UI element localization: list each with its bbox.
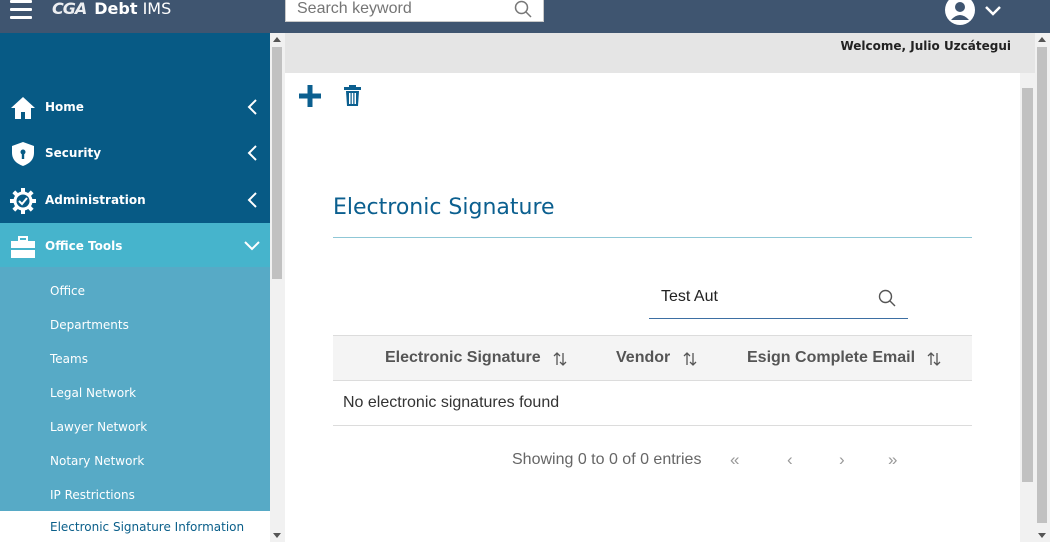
sidebar-item-home[interactable]: Home <box>0 84 270 130</box>
scroll-down-icon[interactable] <box>273 533 281 538</box>
scroll-up-icon[interactable] <box>1038 37 1046 42</box>
sidebar-item-office-tools[interactable]: Office Tools <box>0 223 270 269</box>
app-name: Debt IMS <box>94 0 172 18</box>
sort-icon[interactable] <box>553 352 567 366</box>
user-avatar-icon <box>945 0 975 25</box>
pager-next-button[interactable]: › <box>839 450 845 470</box>
plus-icon <box>299 85 321 107</box>
empty-message: No electronic signatures found <box>343 394 560 411</box>
global-search-input[interactable] <box>297 0 507 20</box>
sidebar-subitem-electronic-signature[interactable]: Electronic Signature Information <box>0 511 270 542</box>
sidebar-subitem-ip-restrictions[interactable]: IP Restrictions <box>50 488 135 502</box>
sidebar-item-label: Security <box>45 146 102 160</box>
chevron-left-icon <box>247 192 257 208</box>
search-icon[interactable] <box>878 289 896 311</box>
sidebar-item-administration[interactable]: Administration <box>0 177 270 223</box>
paging-info: Showing 0 to 0 of 0 entries <box>512 451 702 468</box>
scrollbar-thumb[interactable] <box>1037 47 1047 523</box>
sort-icon[interactable] <box>927 352 941 366</box>
sidebar: Home Security Administration Office Tool… <box>0 33 270 542</box>
sidebar-subitem-teams[interactable]: Teams <box>50 352 88 366</box>
welcome-text: Welcome, Julio Uzcátegui <box>840 39 1011 53</box>
sidebar-subitem-lawyer-network[interactable]: Lawyer Network <box>50 420 147 434</box>
chevron-down-icon <box>985 6 1001 16</box>
welcome-bar: Welcome, Julio Uzcátegui <box>285 33 1020 73</box>
column-header-esign-complete-email[interactable]: Esign Complete Email <box>747 349 915 367</box>
sidebar-subitem-label: Electronic Signature Information <box>50 520 245 534</box>
content-scrollbar[interactable] <box>1020 73 1035 542</box>
sidebar-item-label: Home <box>45 100 84 114</box>
gear-icon <box>10 188 36 214</box>
office-tools-submenu: Office Departments Teams Legal Network L… <box>0 267 270 542</box>
scroll-down-icon[interactable] <box>1038 533 1046 538</box>
title-divider <box>333 237 972 238</box>
chevron-left-icon <box>247 99 257 115</box>
logo-mark: CGA <box>52 0 87 18</box>
add-button[interactable] <box>299 85 321 111</box>
page-title: Electronic Signature <box>333 195 555 220</box>
trash-icon <box>344 85 361 106</box>
pager-last-button[interactable]: » <box>888 450 897 470</box>
signature-table: Electronic Signature Vendor Esign Comple… <box>333 335 972 426</box>
table-filter <box>649 278 908 319</box>
chevron-left-icon <box>247 145 257 161</box>
page-scrollbar[interactable] <box>1035 33 1050 542</box>
global-search <box>285 0 544 22</box>
sidebar-scrollbar[interactable] <box>270 33 285 542</box>
hamburger-menu-icon[interactable] <box>10 0 32 20</box>
user-menu[interactable] <box>944 0 1004 26</box>
sidebar-subitem-notary-network[interactable]: Notary Network <box>50 454 144 468</box>
scrollbar-thumb[interactable] <box>1022 88 1033 482</box>
sidebar-subitem-legal-network[interactable]: Legal Network <box>50 386 136 400</box>
scroll-up-icon[interactable] <box>273 37 281 42</box>
table-header: Electronic Signature Vendor Esign Comple… <box>333 335 972 381</box>
table-filter-input[interactable] <box>661 288 861 306</box>
sidebar-item-security[interactable]: Security <box>0 130 270 176</box>
sidebar-subitem-departments[interactable]: Departments <box>50 318 129 332</box>
table-row: No electronic signatures found <box>333 381 972 426</box>
sort-icon[interactable] <box>683 352 697 366</box>
pager-first-button[interactable]: « <box>730 450 739 470</box>
sidebar-item-label: Office Tools <box>45 239 123 253</box>
top-bar: CGA Debt IMS <box>0 0 1050 33</box>
sidebar-subitem-office[interactable]: Office <box>50 284 85 298</box>
scrollbar-thumb[interactable] <box>272 47 282 279</box>
column-header-electronic-signature[interactable]: Electronic Signature <box>385 349 541 367</box>
chevron-down-icon <box>244 241 260 251</box>
column-header-vendor[interactable]: Vendor <box>616 349 670 367</box>
search-icon[interactable] <box>514 0 532 22</box>
pager-prev-button[interactable]: ‹ <box>787 450 793 470</box>
sidebar-item-label: Administration <box>45 193 146 207</box>
home-icon <box>11 97 35 119</box>
app-logo[interactable]: CGA Debt IMS <box>52 0 171 19</box>
briefcase-icon <box>11 236 35 258</box>
shield-icon <box>12 142 34 166</box>
delete-button[interactable] <box>344 85 361 110</box>
main-content: Electronic Signature Electronic Signatur… <box>285 73 1020 542</box>
